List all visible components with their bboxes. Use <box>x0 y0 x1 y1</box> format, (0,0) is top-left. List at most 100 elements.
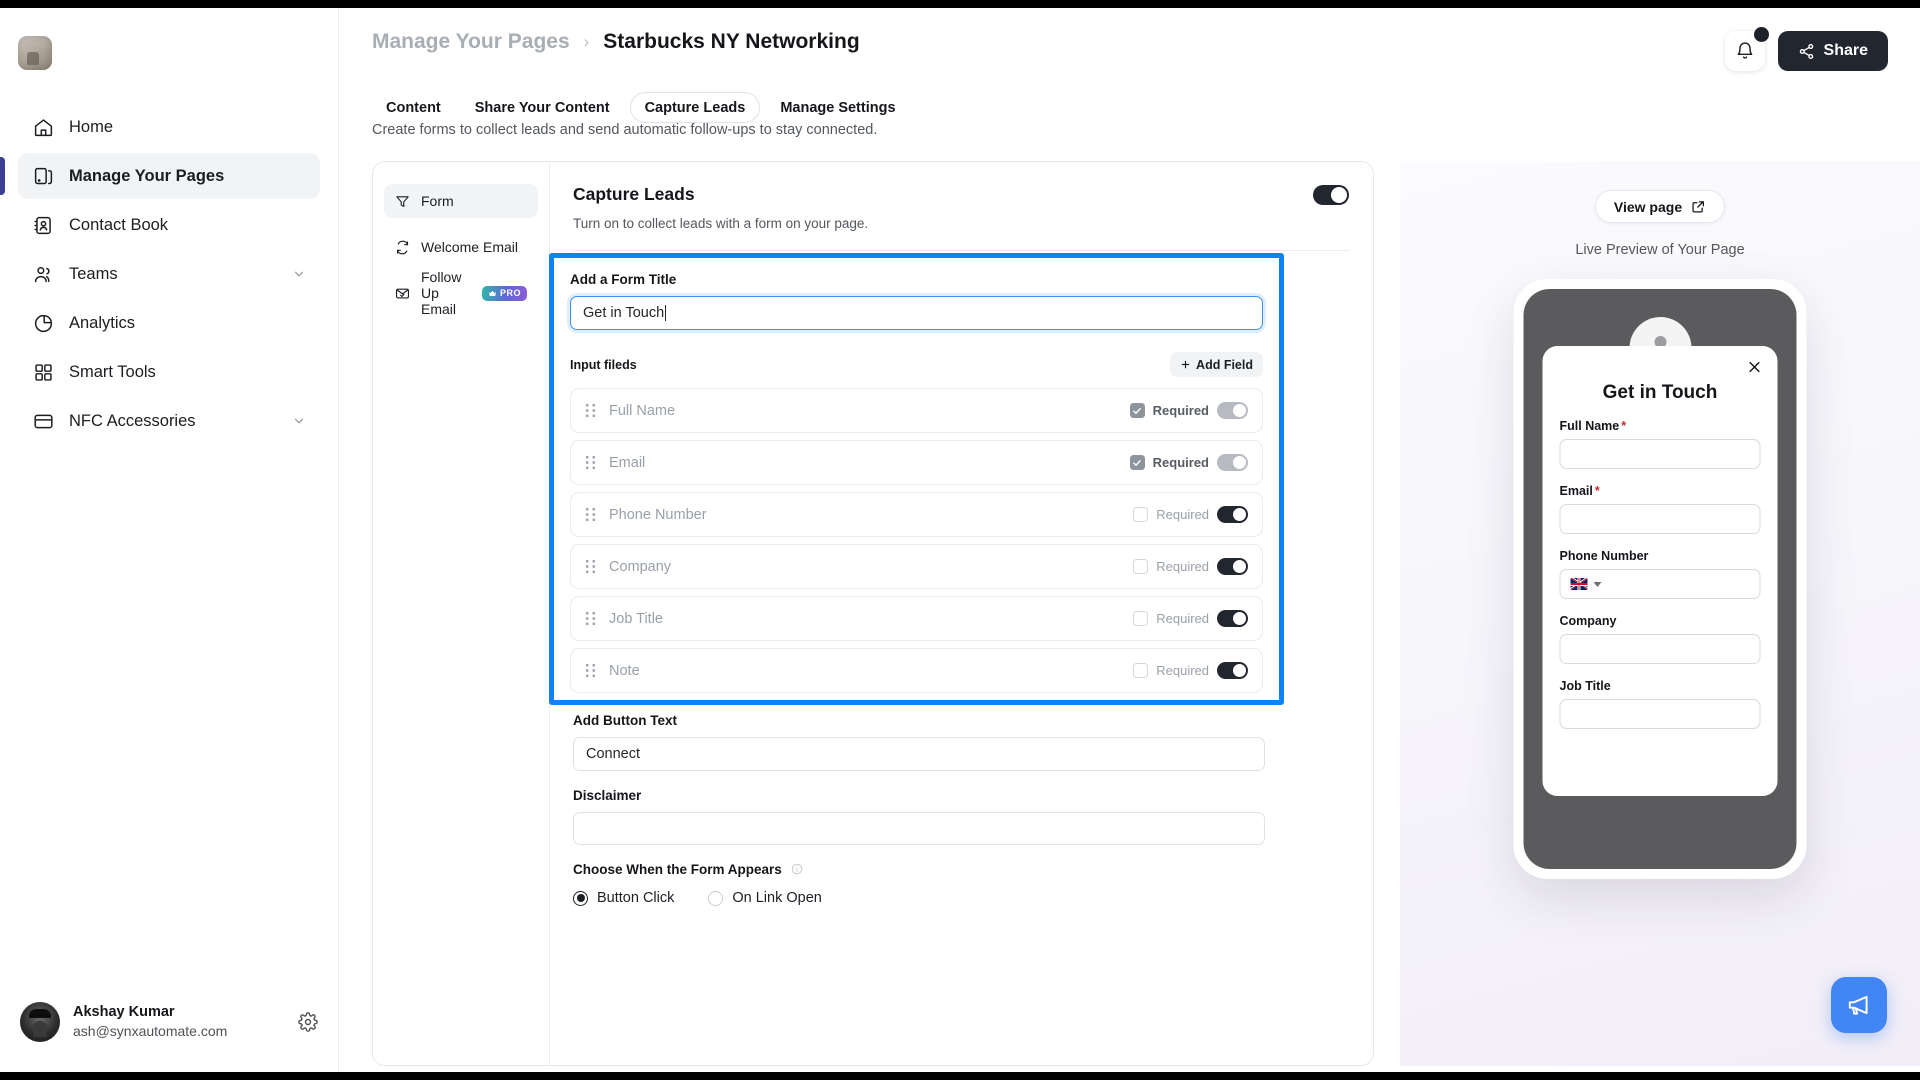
required-checkbox[interactable] <box>1129 403 1145 418</box>
sidebar: Home Manage Your Pages Contact Book Team… <box>0 8 339 1072</box>
side-item-label: Welcome Email <box>421 239 518 255</box>
sidebar-item-contact-book[interactable]: Contact Book <box>18 202 320 248</box>
drag-handle-icon[interactable] <box>585 403 596 418</box>
required-asterisk: * <box>1594 484 1600 498</box>
breadcrumb-separator-icon: › <box>583 32 590 51</box>
tab-share-your-content[interactable]: Share Your Content <box>461 92 624 123</box>
preview-input-job-title[interactable] <box>1559 699 1761 729</box>
side-item-form[interactable]: Form <box>384 184 538 218</box>
toggle-knob <box>1233 508 1246 521</box>
notification-badge <box>1753 27 1769 42</box>
field-enable-toggle[interactable] <box>1217 610 1248 627</box>
radio-input[interactable] <box>708 890 724 906</box>
drag-handle-icon[interactable] <box>585 559 596 574</box>
required-checkbox[interactable] <box>1133 507 1149 522</box>
announcements-button[interactable] <box>1831 977 1887 1033</box>
required-asterisk: * <box>1621 419 1627 433</box>
sidebar-item-teams[interactable]: Teams <box>18 251 320 297</box>
capture-leads-toggle[interactable] <box>1313 185 1349 205</box>
field-row[interactable]: Email Required <box>570 440 1263 485</box>
preview-field-label: Full Name * <box>1560 419 1761 433</box>
drag-handle-icon[interactable] <box>585 611 596 626</box>
field-required-group[interactable]: Required <box>1129 402 1248 419</box>
radio-button-click[interactable]: Button Click <box>573 890 674 906</box>
phone-mockup: Get in Touch Full Name * Email * Phone Num… <box>1513 279 1807 879</box>
chevron-down-icon[interactable] <box>1593 581 1602 587</box>
required-label: Required <box>1156 559 1209 574</box>
field-required-group[interactable]: Required <box>1133 506 1248 523</box>
form-builder-focus-region: Add a Form Title Get in Touch Input file… <box>549 253 1284 705</box>
field-enable-toggle[interactable] <box>1217 662 1248 679</box>
add-field-label: Add Field <box>1196 357 1253 372</box>
user-email: ash@synxautomate.com <box>73 1023 228 1040</box>
required-checkbox[interactable] <box>1133 611 1149 626</box>
sidebar-item-home[interactable]: Home <box>18 104 320 150</box>
field-row[interactable]: Job Title Required <box>570 596 1263 641</box>
add-field-button[interactable]: Add Field <box>1170 352 1263 377</box>
radio-input[interactable] <box>573 890 588 906</box>
view-page-label: View page <box>1613 198 1683 215</box>
field-name: Note <box>609 662 640 679</box>
notifications-button[interactable] <box>1724 27 1769 71</box>
view-page-button[interactable]: View page <box>1594 190 1726 223</box>
field-row[interactable]: Phone Number Required <box>570 492 1263 537</box>
preview-input-company[interactable] <box>1559 634 1761 664</box>
required-label: Required <box>1156 611 1209 626</box>
field-enable-toggle[interactable] <box>1217 402 1248 419</box>
radio-on-link-open[interactable]: On Link Open <box>708 890 822 906</box>
preview-input-email[interactable] <box>1559 504 1761 534</box>
field-required-group[interactable]: Required <box>1133 610 1248 627</box>
gear-icon[interactable] <box>298 1012 318 1032</box>
drag-handle-icon[interactable] <box>585 663 596 678</box>
tab-capture-leads[interactable]: Capture Leads <box>629 92 761 123</box>
header-actions: Share <box>1724 27 1888 71</box>
required-checkbox[interactable] <box>1129 455 1145 470</box>
sidebar-item-label: Contact Book <box>69 215 169 234</box>
tab-manage-settings[interactable]: Manage Settings <box>766 92 909 123</box>
side-item-follow-up-email[interactable]: Follow Up Email PRO <box>384 269 538 317</box>
disclaimer-input[interactable] <box>573 812 1265 845</box>
field-enable-toggle[interactable] <box>1217 558 1248 575</box>
brand <box>0 8 338 70</box>
pro-badge: PRO <box>481 285 527 301</box>
field-row[interactable]: Full Name Required <box>570 388 1263 433</box>
form-title-value: Get in Touch <box>583 305 665 321</box>
sidebar-item-manage-your-pages[interactable]: Manage Your Pages <box>0 153 320 199</box>
capture-leads-card: Form Welcome Email Follow Up Email PRO C… <box>372 161 1374 1066</box>
tab-content[interactable]: Content <box>372 92 455 123</box>
sidebar-item-smart-tools[interactable]: Smart Tools <box>18 349 320 395</box>
field-required-group[interactable]: Required <box>1133 558 1248 575</box>
user-profile[interactable]: Akshay Kumar ash@synxautomate.com <box>0 982 338 1072</box>
main-content: Manage Your Pages › Starbucks NY Network… <box>339 8 1920 1072</box>
field-row[interactable]: Note Required <box>570 648 1263 693</box>
home-icon <box>32 116 54 138</box>
toggle-track[interactable] <box>1313 185 1349 205</box>
sidebar-item-analytics[interactable]: Analytics <box>18 300 320 346</box>
drag-handle-icon[interactable] <box>585 455 596 470</box>
field-required-group[interactable]: Required <box>1133 662 1248 679</box>
close-icon[interactable] <box>1747 359 1763 375</box>
required-checkbox[interactable] <box>1133 559 1149 574</box>
preview-input-full-name[interactable] <box>1559 439 1761 469</box>
sidebar-item-nfc-accessories[interactable]: NFC Accessories <box>18 398 320 444</box>
sidebar-item-label: Teams <box>69 264 118 283</box>
drag-handle-icon[interactable] <box>585 507 596 522</box>
workspace-logo-icon[interactable] <box>18 36 52 70</box>
form-title-input[interactable]: Get in Touch <box>570 296 1263 330</box>
capture-leads-description: Turn on to collect leads with a form on … <box>573 216 869 231</box>
field-enable-toggle[interactable] <box>1217 506 1248 523</box>
field-name: Phone Number <box>609 506 707 523</box>
button-text-input[interactable]: Connect <box>573 737 1265 771</box>
side-item-welcome-email[interactable]: Welcome Email <box>384 230 538 264</box>
info-icon[interactable] <box>791 863 803 875</box>
field-enable-toggle[interactable] <box>1217 454 1248 471</box>
preview-label-text: Full Name <box>1559 419 1620 433</box>
preview-input-phone-number[interactable] <box>1559 569 1761 599</box>
breadcrumb-parent[interactable]: Manage Your Pages <box>372 30 570 54</box>
field-name: Full Name <box>609 402 676 419</box>
form-appears-label: Choose When the Form Appears <box>573 862 1265 877</box>
required-checkbox[interactable] <box>1133 663 1149 678</box>
share-button[interactable]: Share <box>1777 31 1888 71</box>
field-required-group[interactable]: Required <box>1129 454 1248 471</box>
field-row[interactable]: Company Required <box>570 544 1263 589</box>
